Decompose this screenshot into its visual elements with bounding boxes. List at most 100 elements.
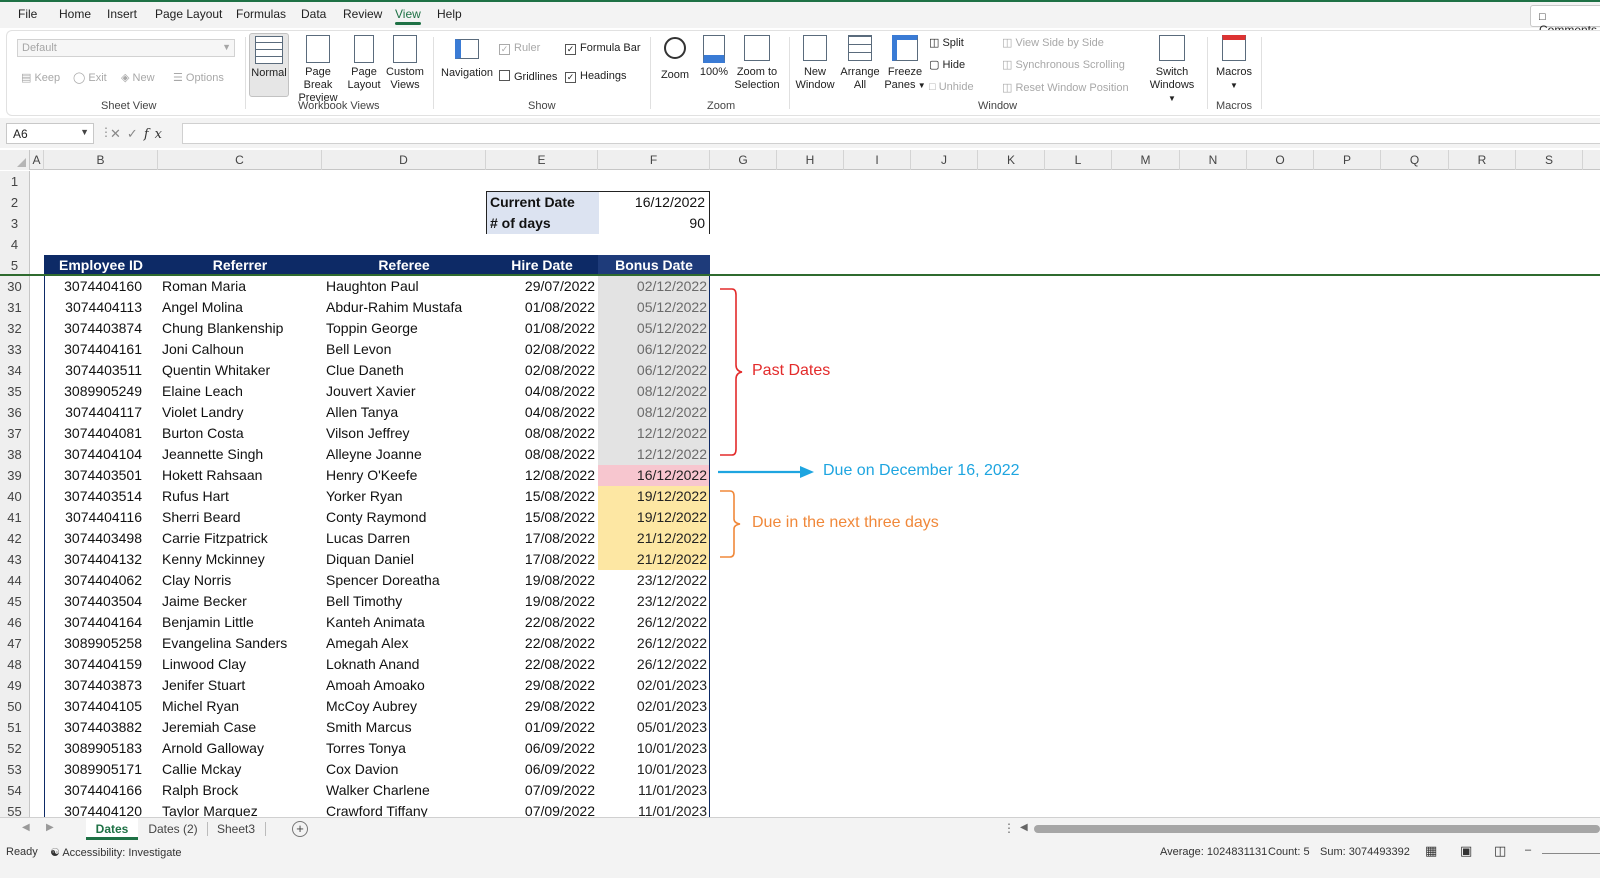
keep-button[interactable]: ▤ Keep — [21, 71, 60, 84]
cell-referrer[interactable]: Chung Blankenship — [158, 318, 322, 339]
cell-employee-id[interactable]: 3074403501 — [44, 465, 158, 486]
cell-referee[interactable]: Kanteh Animata — [322, 612, 486, 633]
cell-bonus-date[interactable]: 11/01/2023 — [598, 780, 710, 801]
row-header[interactable]: 47 — [0, 633, 30, 654]
menu-home[interactable]: Home — [59, 7, 91, 21]
row-header[interactable]: 30 — [0, 276, 30, 297]
cell-referee[interactable]: Diquan Daniel — [322, 549, 486, 570]
cell-referee[interactable]: Smith Marcus — [322, 717, 486, 738]
cell-referee[interactable]: Abdur-Rahim Mustafa — [322, 297, 486, 318]
macros-button[interactable]: Macros ▼ — [1213, 35, 1255, 92]
cell-bonus-date[interactable]: 21/12/2022 — [598, 549, 710, 570]
cell-hire-date[interactable]: 06/09/2022 — [486, 738, 598, 759]
cell-employee-id[interactable]: 3074403874 — [44, 318, 158, 339]
row-header[interactable]: 55 — [0, 801, 30, 817]
row-header[interactable]: 45 — [0, 591, 30, 612]
cell-referee[interactable]: McCoy Aubrey — [322, 696, 486, 717]
row-header[interactable]: 54 — [0, 780, 30, 801]
cell-bonus-date[interactable]: 26/12/2022 — [598, 654, 710, 675]
column-header[interactable]: P — [1314, 150, 1381, 170]
cell-referrer[interactable]: Violet Landry — [158, 402, 322, 423]
cell-referrer[interactable]: Jeremiah Case — [158, 717, 322, 738]
cell-referee[interactable]: Lucas Darren — [322, 528, 486, 549]
cell-referrer[interactable]: Michel Ryan — [158, 696, 322, 717]
cell-employee-id[interactable]: 3074404062 — [44, 570, 158, 591]
row-header[interactable]: 52 — [0, 738, 30, 759]
cell-employee-id[interactable]: 3074404116 — [44, 507, 158, 528]
cell-bonus-date[interactable]: 23/12/2022 — [598, 591, 710, 612]
cell-referrer[interactable]: Burton Costa — [158, 423, 322, 444]
cell-referee[interactable]: Haughton Paul — [322, 276, 486, 297]
cell-bonus-date[interactable]: 08/12/2022 — [598, 381, 710, 402]
cell-referrer[interactable]: Arnold Galloway — [158, 738, 322, 759]
cell-hire-date[interactable]: 12/08/2022 — [486, 465, 598, 486]
header-bonus-date[interactable]: Bonus Date — [598, 255, 710, 276]
cell-referee[interactable]: Amegah Alex — [322, 633, 486, 654]
sheet-tab-dates-2[interactable]: Dates (2) — [142, 818, 204, 840]
cancel-icon[interactable]: ✕ — [110, 126, 127, 141]
cell-bonus-date[interactable]: 21/12/2022 — [598, 528, 710, 549]
zoom-slider[interactable] — [1542, 853, 1600, 854]
cell-bonus-date[interactable]: 06/12/2022 — [598, 339, 710, 360]
scroll-left-icon[interactable]: ◀ — [1020, 822, 1028, 833]
zoom-out-icon[interactable]: – — [1525, 844, 1531, 856]
cell-employee-id[interactable]: 3089905249 — [44, 381, 158, 402]
comments-button[interactable]: □ Comments — [1530, 5, 1600, 37]
cell-hire-date[interactable]: 22/08/2022 — [486, 633, 598, 654]
sheet-view-select[interactable]: Default ▼ — [17, 39, 235, 57]
horizontal-scrollbar[interactable] — [1034, 825, 1600, 833]
cell-referrer[interactable]: Callie Mckay — [158, 759, 322, 780]
cell-bonus-date[interactable]: 10/01/2023 — [598, 759, 710, 780]
cell-referrer[interactable]: Jaime Becker — [158, 591, 322, 612]
column-header[interactable]: F — [598, 150, 710, 170]
cell-bonus-date[interactable]: 26/12/2022 — [598, 633, 710, 654]
cell-referee[interactable]: Henry O'Keefe — [322, 465, 486, 486]
cell-hire-date[interactable]: 02/08/2022 — [486, 360, 598, 381]
column-header[interactable]: J — [911, 150, 978, 170]
current-date-label[interactable]: Current Date — [487, 192, 599, 213]
cell-hire-date[interactable]: 19/08/2022 — [486, 570, 598, 591]
row-header[interactable]: 51 — [0, 717, 30, 738]
column-header[interactable]: M — [1112, 150, 1180, 170]
page-break-view-icon[interactable]: ◫ — [1494, 843, 1506, 859]
row-header[interactable]: 3 — [0, 213, 30, 234]
column-header[interactable]: O — [1247, 150, 1314, 170]
cell-referrer[interactable]: Rufus Hart — [158, 486, 322, 507]
cell-employee-id[interactable]: 3074404120 — [44, 801, 158, 817]
row-header[interactable]: 4 — [0, 234, 30, 255]
cell-referrer[interactable]: Linwood Clay — [158, 654, 322, 675]
freeze-panes-button[interactable]: Freeze Panes ▼ — [883, 35, 927, 92]
row-header[interactable]: 40 — [0, 486, 30, 507]
cell-hire-date[interactable]: 17/08/2022 — [486, 549, 598, 570]
row-header[interactable]: 49 — [0, 675, 30, 696]
cell-hire-date[interactable]: 17/08/2022 — [486, 528, 598, 549]
cell-referrer[interactable]: Sherri Beard — [158, 507, 322, 528]
options-button[interactable]: ☰ Options — [173, 71, 224, 84]
cell-bonus-date[interactable]: 02/01/2023 — [598, 696, 710, 717]
cell-employee-id[interactable]: 3074403882 — [44, 717, 158, 738]
cell-referee[interactable]: Toppin George — [322, 318, 486, 339]
cell-hire-date[interactable]: 19/08/2022 — [486, 591, 598, 612]
cell-bonus-date[interactable]: 19/12/2022 — [598, 486, 710, 507]
name-box[interactable]: A6 ▼ — [6, 123, 94, 144]
cell-employee-id[interactable]: 3074404081 — [44, 423, 158, 444]
cell-hire-date[interactable]: 08/08/2022 — [486, 423, 598, 444]
cell-employee-id[interactable]: 3074404161 — [44, 339, 158, 360]
cell-hire-date[interactable]: 06/09/2022 — [486, 759, 598, 780]
cell-referrer[interactable]: Roman Maria — [158, 276, 322, 297]
tab-scroll-right-icon[interactable]: ▶ — [46, 822, 54, 833]
column-header[interactable]: G — [710, 150, 777, 170]
reset-window-position-button[interactable]: ◫ Reset Window Position — [1002, 81, 1129, 94]
cell-employee-id[interactable]: 3074404160 — [44, 276, 158, 297]
cell-referrer[interactable]: Elaine Leach — [158, 381, 322, 402]
cell-referrer[interactable]: Clay Norris — [158, 570, 322, 591]
column-header[interactable]: C — [158, 150, 322, 170]
cell-referee[interactable]: Bell Levon — [322, 339, 486, 360]
column-header[interactable]: B — [44, 150, 158, 170]
cell-employee-id[interactable]: 3089905171 — [44, 759, 158, 780]
column-header[interactable]: R — [1449, 150, 1516, 170]
cell-bonus-date[interactable]: 12/12/2022 — [598, 444, 710, 465]
row-header[interactable]: 33 — [0, 339, 30, 360]
cell-referee[interactable]: Conty Raymond — [322, 507, 486, 528]
cell-referrer[interactable]: Evangelina Sanders — [158, 633, 322, 654]
